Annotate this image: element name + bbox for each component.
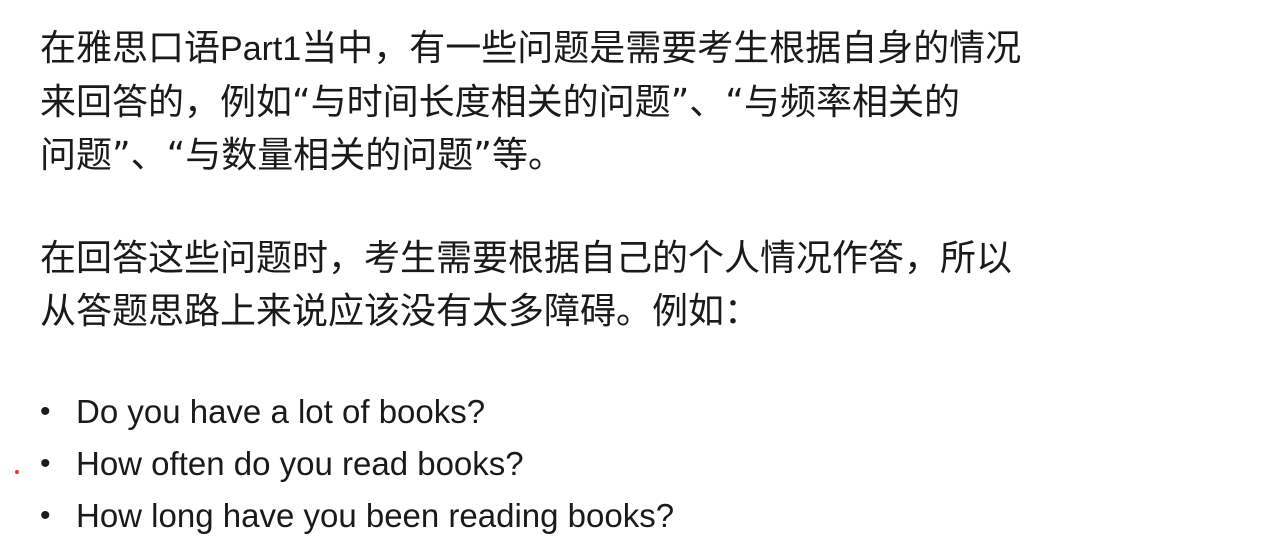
pointer-marker-icon	[15, 470, 19, 474]
intro-paragraph: 在雅思口语Part1当中，有一些问题是需要考生根据自身的情况 来回答的，例如“与…	[40, 22, 1240, 182]
question-text: How often do you read books?	[76, 445, 524, 482]
bullet-icon: •	[40, 499, 51, 532]
intro-line-2: 来回答的，例如“与时间长度相关的问题”、“与频率相关的	[40, 82, 960, 123]
guidance-line-2: 从答题思路上来说应该没有太多障碍。例如：	[40, 291, 761, 332]
intro-line-1-part-label: Part1	[220, 30, 302, 68]
guidance-line-1: 在回答这些问题时，考生需要根据自己的个人情况作答，所以	[40, 238, 1013, 279]
list-item: • How often do you read books?	[36, 438, 674, 490]
intro-line-1-suffix: 当中，有一些问题是需要考生根据自身的情况	[301, 28, 1022, 69]
question-text: How long have you been reading books?	[76, 497, 675, 534]
intro-line-3: 问题”、“与数量相关的问题”等。	[40, 135, 564, 176]
list-item: • How long have you been reading books?	[36, 490, 674, 542]
question-text: Do you have a lot of books?	[76, 393, 486, 430]
slide: 在雅思口语Part1当中，有一些问题是需要考生根据自身的情况 来回答的，例如“与…	[0, 0, 1278, 545]
bullet-icon: •	[40, 395, 51, 428]
intro-line-1-prefix: 在雅思口语	[40, 28, 221, 69]
answer-guidance-paragraph: 在回答这些问题时，考生需要根据自己的个人情况作答，所以 从答题思路上来说应该没有…	[40, 232, 1240, 338]
example-questions-list: • Do you have a lot of books? • How ofte…	[36, 386, 674, 542]
bullet-icon: •	[40, 447, 51, 480]
list-item: • Do you have a lot of books?	[36, 386, 674, 438]
intro-line-1: 在雅思口语Part1当中，有一些问题是需要考生根据自身的情况	[40, 22, 1240, 76]
